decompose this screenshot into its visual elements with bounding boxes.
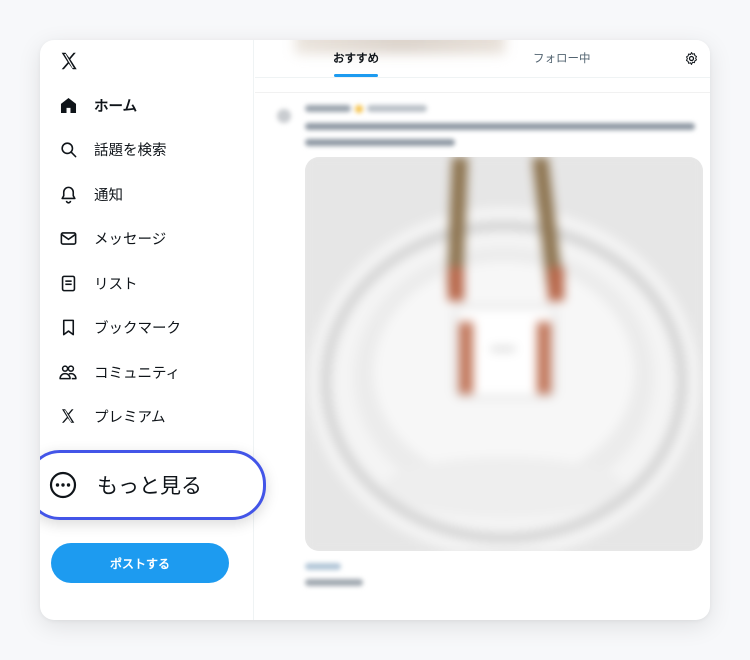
timeline: おすすめ フォロー中 bbox=[255, 40, 710, 620]
home-icon bbox=[58, 95, 78, 115]
x-premium-icon bbox=[58, 406, 78, 426]
sidebar-item-home[interactable]: ホーム bbox=[58, 91, 137, 119]
sidebar-item-label: 話題を検索 bbox=[94, 142, 167, 159]
sidebar-item-label: コミュニティ bbox=[94, 365, 181, 382]
post-media-image[interactable] bbox=[305, 157, 703, 551]
sidebar-item-label: リスト bbox=[94, 276, 138, 293]
timeline-post[interactable] bbox=[255, 95, 710, 620]
sidebar-item-label: プレミアム bbox=[94, 409, 166, 426]
sidebar-item-messages[interactable]: メッセージ bbox=[58, 224, 166, 252]
sidebar: ホーム 話題を検索 通知 メッセージ リスト ブックマーク コミュニティ プレミ… bbox=[40, 40, 266, 620]
author-name-placeholder bbox=[305, 105, 351, 112]
more-circle-icon bbox=[49, 471, 77, 499]
bell-icon bbox=[58, 184, 78, 204]
active-tab-indicator bbox=[334, 74, 378, 77]
sidebar-item-label: メッセージ bbox=[94, 231, 167, 248]
sidebar-item-bookmarks[interactable]: ブックマーク bbox=[58, 313, 181, 341]
more-button[interactable]: もっと見る bbox=[40, 450, 266, 520]
bookmark-icon bbox=[58, 317, 78, 337]
app-window: ホーム 話題を検索 通知 メッセージ リスト ブックマーク コミュニティ プレミ… bbox=[40, 40, 710, 620]
timeline-tabs: おすすめ フォロー中 bbox=[255, 40, 710, 78]
post-text-placeholder bbox=[305, 123, 695, 130]
post-button[interactable]: ポストする bbox=[51, 543, 229, 583]
search-icon bbox=[58, 139, 78, 159]
more-button-label: もっと見る bbox=[97, 474, 202, 498]
sidebar-item-label: ホーム bbox=[94, 98, 138, 115]
header-blur bbox=[295, 40, 505, 54]
avatar bbox=[277, 109, 291, 123]
sidebar-item-label: ブックマーク bbox=[94, 320, 181, 337]
sidebar-item-label: 通知 bbox=[94, 187, 123, 204]
sidebar-item-communities[interactable]: コミュニティ bbox=[58, 358, 180, 386]
list-icon bbox=[58, 273, 78, 293]
footer-text-placeholder bbox=[305, 579, 363, 586]
mail-icon bbox=[58, 228, 78, 248]
tab-for-you[interactable]: おすすめ bbox=[333, 50, 379, 66]
sidebar-item-lists[interactable]: リスト bbox=[58, 269, 138, 297]
verified-badge-icon bbox=[355, 105, 363, 113]
author-handle-placeholder bbox=[367, 105, 427, 112]
sidebar-item-explore[interactable]: 話題を検索 bbox=[58, 135, 167, 163]
tab-following[interactable]: フォロー中 bbox=[533, 50, 591, 66]
divider bbox=[255, 92, 710, 93]
sidebar-item-notifications[interactable]: 通知 bbox=[58, 180, 123, 208]
post-text-placeholder bbox=[305, 139, 455, 146]
sidebar-item-premium[interactable]: プレミアム bbox=[58, 402, 166, 430]
communities-icon bbox=[58, 362, 78, 382]
link-placeholder bbox=[305, 563, 341, 570]
gear-icon[interactable] bbox=[684, 51, 699, 66]
x-logo-icon[interactable] bbox=[58, 50, 80, 72]
